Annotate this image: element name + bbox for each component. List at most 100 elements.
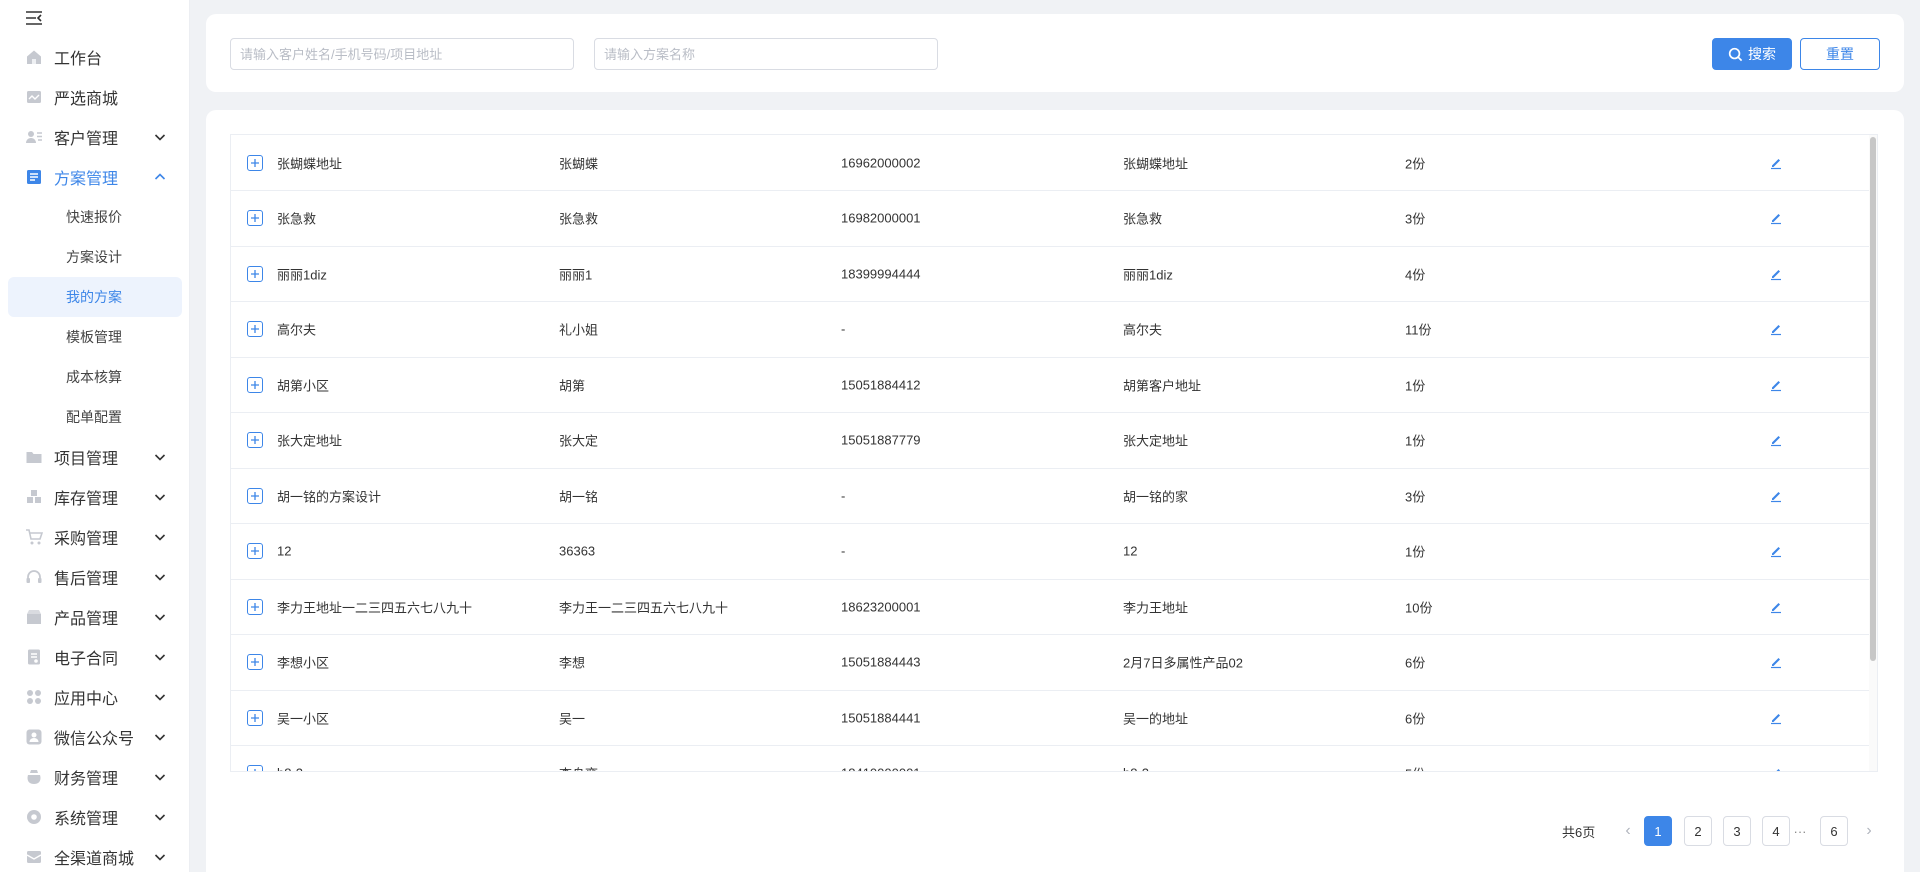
chevron-down-icon[interactable] [152, 729, 168, 745]
customer-icon [25, 128, 43, 146]
edit-icon[interactable] [1769, 433, 1783, 447]
chevron-down-icon[interactable] [152, 649, 168, 665]
sidebar-item-4[interactable]: 方案管理 [0, 157, 190, 197]
plan-submenu: 快速报价 方案设计 我的方案 模板管理 成本核算 配单配置 [0, 197, 190, 437]
customer-search-input[interactable] [230, 38, 574, 70]
scrollbar-thumb[interactable] [1870, 137, 1876, 661]
sidebar-item-7[interactable]: 采购管理 [0, 517, 190, 557]
chevron-down-icon[interactable] [152, 849, 168, 865]
edit-icon[interactable] [1769, 267, 1783, 281]
sidebar-item-label: 采购管理 [54, 531, 119, 548]
menu-collapse-icon[interactable] [25, 9, 45, 27]
edit-icon[interactable] [1769, 766, 1783, 771]
cell-customer: 丽丽1 [559, 267, 593, 282]
sidebar-item-6[interactable]: 库存管理 [0, 477, 190, 517]
cell-customer: 胡一铭 [559, 489, 599, 504]
expand-row-icon[interactable] [247, 598, 263, 615]
sidebar-item-1[interactable]: 工作台 [0, 37, 190, 77]
table-row: 李想小区 李想 15051884443 2月7日多属性产品02 6份 [231, 635, 1877, 691]
page-button-1[interactable]: 1 [1644, 816, 1672, 846]
cell-customer: 36363 [559, 543, 596, 559]
cell-customer: 礼小姐 [559, 322, 599, 338]
sidebar-item-11[interactable]: 应用中心 [0, 677, 190, 717]
chevron-down-icon[interactable] [152, 809, 168, 825]
reset-button[interactable]: 重置 [1800, 38, 1880, 70]
edit-icon[interactable] [1769, 489, 1783, 503]
expand-row-icon[interactable] [247, 709, 263, 726]
sidebar-item-10[interactable]: 电子合同 [0, 637, 190, 677]
prev-page-icon[interactable]: ‹ [1620, 816, 1636, 846]
plan-name-input[interactable] [594, 38, 938, 70]
expand-row-icon[interactable] [247, 376, 263, 393]
edit-icon[interactable] [1769, 378, 1783, 392]
edit-icon[interactable] [1769, 156, 1783, 170]
expand-row-icon[interactable] [247, 543, 263, 559]
chevron-down-icon[interactable] [152, 569, 168, 585]
cell-name: 张蝴蝶地址 [277, 156, 343, 171]
sidebar-item-9[interactable]: 产品管理 [0, 597, 190, 637]
submenu-item-3[interactable]: 我的方案 [8, 277, 182, 317]
sidebar-item-13[interactable]: 财务管理 [0, 757, 190, 797]
cell-phone: 16982000001 [841, 210, 921, 226]
expand-row-icon[interactable] [247, 765, 263, 771]
submenu-item-1[interactable]: 快速报价 [0, 197, 190, 237]
edit-icon[interactable] [1769, 655, 1783, 669]
search-button[interactable]: 搜索 [1712, 38, 1792, 70]
cell-name: 胡第小区 [277, 378, 330, 393]
cell-name: 12 [277, 543, 292, 559]
sidebar-item-12[interactable]: 微信公众号 [0, 717, 190, 757]
sidebar-item-label: 方案管理 [54, 171, 119, 188]
cell-address: 李力王地址 [1123, 600, 1189, 615]
submenu-item-4[interactable]: 模板管理 [0, 317, 190, 357]
next-page-icon[interactable]: › [1861, 816, 1877, 846]
table-row: 高尔夫 礼小姐 - 高尔夫 11份 [231, 302, 1877, 358]
sidebar-item-15[interactable]: 全渠道商城 [0, 837, 190, 872]
page-button-6[interactable]: 6 [1820, 816, 1848, 846]
product-icon [25, 608, 43, 626]
chevron-down-icon[interactable] [152, 449, 168, 465]
chevron-down-icon[interactable] [152, 689, 168, 705]
sidebar-item-3[interactable]: 客户管理 [0, 117, 190, 157]
cell-address: b8-2 [1123, 766, 1149, 772]
expand-row-icon[interactable] [247, 154, 263, 171]
chevron-down-icon[interactable] [152, 609, 168, 625]
chevron-down-icon[interactable] [152, 529, 168, 545]
expand-row-icon[interactable] [247, 210, 263, 226]
sidebar-item-8[interactable]: 售后管理 [0, 557, 190, 597]
table-scrollbar[interactable] [1869, 135, 1877, 771]
submenu-item-2[interactable]: 方案设计 [0, 237, 190, 277]
home-icon [25, 48, 43, 66]
page-button-3[interactable]: 3 [1723, 816, 1751, 846]
expand-row-icon[interactable] [247, 487, 263, 504]
cart-icon [25, 528, 43, 546]
expand-row-icon[interactable] [247, 321, 263, 337]
cell-address: 张蝴蝶地址 [1123, 156, 1189, 171]
sidebar-item-14[interactable]: 系统管理 [0, 797, 190, 837]
chevron-up-icon[interactable] [152, 169, 168, 185]
page-button-4[interactable]: 4 [1762, 816, 1790, 846]
edit-icon[interactable] [1769, 600, 1783, 614]
submenu-item-5[interactable]: 成本核算 [0, 357, 190, 397]
chevron-down-icon[interactable] [152, 489, 168, 505]
submenu-item-6[interactable]: 配单配置 [0, 397, 190, 437]
cell-address: 2月7日多属性产品02 [1123, 655, 1243, 671]
page-button-2[interactable]: 2 [1684, 816, 1712, 846]
sidebar-item-5[interactable]: 项目管理 [0, 437, 190, 477]
edit-icon[interactable] [1769, 322, 1783, 336]
expand-row-icon[interactable] [247, 265, 263, 282]
store-icon [25, 848, 43, 866]
sidebar-item-label: 微信公众号 [54, 731, 135, 748]
pagination-ellipsis[interactable]: ··· [1793, 816, 1807, 846]
edit-icon[interactable] [1769, 211, 1783, 225]
chevron-down-icon[interactable] [152, 769, 168, 785]
chevron-down-icon[interactable] [152, 129, 168, 145]
edit-icon[interactable] [1769, 544, 1783, 558]
cell-name: 张急救 [277, 211, 317, 227]
cell-phone: - [841, 543, 846, 559]
expand-row-icon[interactable] [247, 432, 263, 448]
sidebar-item-2[interactable]: 严选商城 [0, 77, 190, 117]
cell-name: 张大定地址 [277, 433, 343, 449]
expand-row-icon[interactable] [247, 654, 263, 670]
edit-icon[interactable] [1769, 711, 1783, 725]
inventory-icon [25, 488, 43, 506]
